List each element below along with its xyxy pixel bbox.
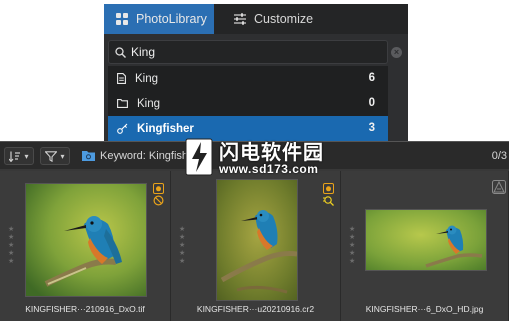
photo-thumbnail[interactable] [25,183,147,297]
exposure-warning-icon [492,180,506,194]
star-icon[interactable]: ★ [179,250,187,257]
thumbnail-filename: KINGFISHER···6_DxO_HD.jpg [365,304,484,314]
result-count: 3 [368,122,375,134]
star-icon[interactable]: ★ [179,258,187,265]
star-icon[interactable]: ★ [8,250,16,257]
thumbnail-cell[interactable]: ★ ★ ★ ★ ★ [171,171,341,321]
star-icon[interactable]: ★ [349,258,357,265]
star-rating[interactable]: ★ ★ ★ ★ ★ [8,226,16,265]
watermark-logo-icon [185,138,213,176]
photo-badge-icon [153,183,164,194]
chevron-down-icon: ▾ [60,151,65,161]
keyword-breadcrumb: Keyword: Kingfisher [100,150,198,162]
sort-button[interactable]: ▾ [4,147,34,165]
star-icon[interactable]: ★ [349,242,357,249]
keyword-tag-icon [117,123,128,134]
grid-icon [116,13,128,25]
star-icon[interactable]: ★ [349,234,357,241]
file-icon [117,73,126,84]
search-input[interactable] [131,45,371,59]
photo-thumbnail[interactable] [365,209,487,271]
photo-thumbnail[interactable] [216,179,298,301]
watermark: 闪电软件园 www.sd173.com [185,136,335,180]
thumbnail-cell[interactable]: ★ ★ ★ ★ ★ [341,171,509,321]
star-icon[interactable]: ★ [8,242,16,249]
sort-icon [9,151,21,162]
search-results-list: King 6 King 0 Kingfisher 3 [108,66,388,141]
kingfisher-photo [366,210,486,270]
result-item-folder[interactable]: King 0 [108,91,388,116]
keyword-folder-icon [82,151,95,161]
result-item-file[interactable]: King 6 [108,66,388,91]
star-icon[interactable]: ★ [179,226,187,233]
tab-customize[interactable]: Customize [214,4,326,34]
result-count: 0 [368,97,375,109]
watermark-title: 闪电软件园 [219,142,324,164]
kingfisher-photo [26,184,146,296]
no-entry-badge-icon [153,195,164,206]
star-icon[interactable]: ★ [179,234,187,241]
result-label: King [137,97,161,110]
zoom-badge-icon [323,196,334,206]
library-panel: PhotoLibrary Customize × [104,4,408,141]
result-label: King [135,72,159,85]
filter-button[interactable]: ▾ [40,147,70,165]
star-icon[interactable]: ★ [8,258,16,265]
watermark-url: www.sd173.com [219,162,319,176]
search-box [108,40,388,64]
search-icon [115,46,126,58]
thumbnail-filename: KINGFISHER···210916_DxO.tif [25,304,145,314]
kingfisher-photo [217,180,297,300]
tab-photolibrary-label: PhotoLibrary [136,12,207,26]
star-icon[interactable]: ★ [349,226,357,233]
star-icon[interactable]: ★ [8,234,16,241]
app-screenshot: PhotoLibrary Customize × [0,0,509,321]
star-icon[interactable]: ★ [8,226,16,233]
tab-customize-label: Customize [254,12,314,26]
filter-icon [45,150,58,162]
tab-bar: PhotoLibrary Customize [104,4,408,34]
star-rating[interactable]: ★ ★ ★ ★ ★ [349,226,357,265]
photo-badge-icon [323,183,334,194]
chevron-down-icon: ▾ [24,151,29,161]
folder-icon [117,99,128,108]
clear-search-button[interactable]: × [391,47,402,58]
tab-photolibrary[interactable]: PhotoLibrary [104,4,214,34]
star-icon[interactable]: ★ [179,242,187,249]
star-rating[interactable]: ★ ★ ★ ★ ★ [179,226,187,265]
thumbnail-filename: KINGFISHER···u20210916.cr2 [196,304,315,314]
result-label: Kingfisher [137,122,194,135]
sliders-icon [234,13,246,25]
thumbnail-cell[interactable]: ★ ★ ★ ★ ★ [0,171,171,321]
star-icon[interactable]: ★ [349,250,357,257]
result-count: 6 [368,72,375,84]
selection-count: 0/3 [491,150,507,162]
